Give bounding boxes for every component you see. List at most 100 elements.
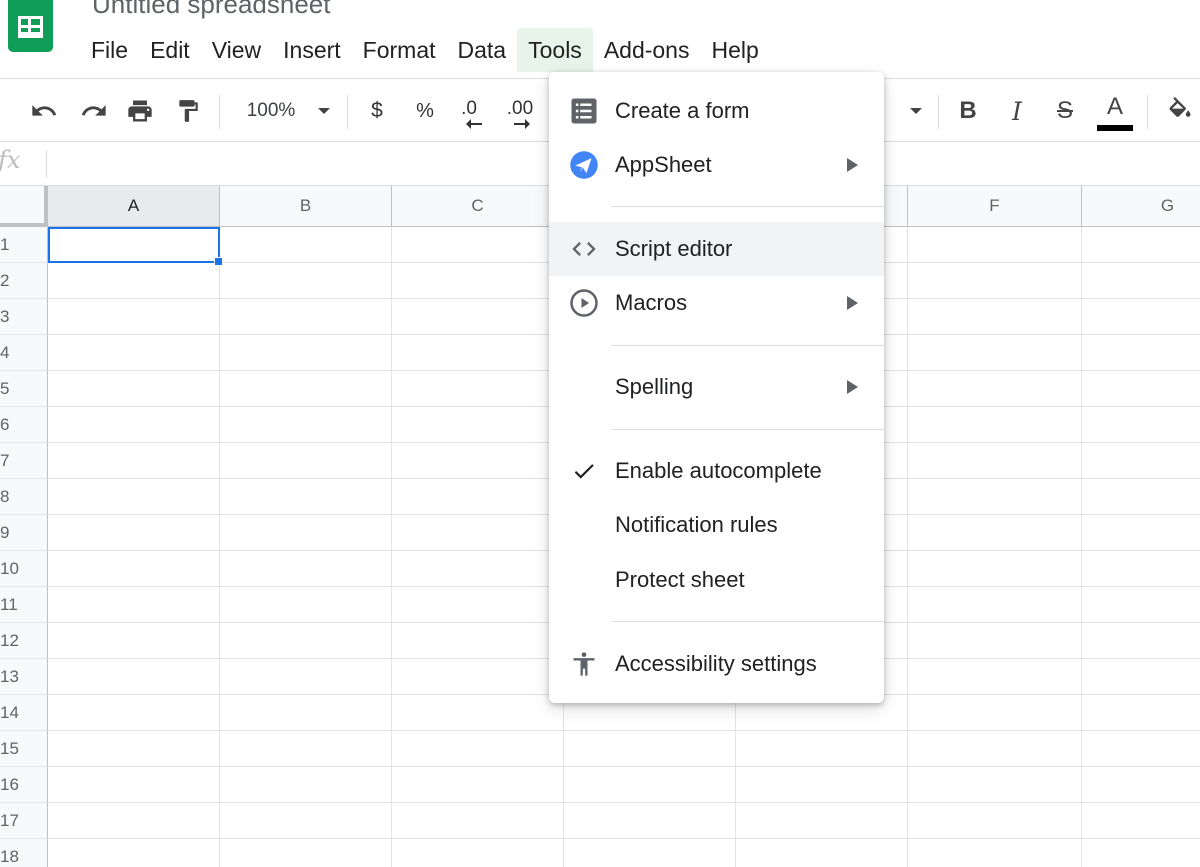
column-header-c[interactable]: C — [392, 186, 564, 227]
currency-format-button[interactable]: $ — [364, 79, 390, 143]
document-title[interactable]: Untitled spreadsheet — [92, 0, 330, 20]
row-gridline — [48, 802, 1200, 803]
column-gridline — [1081, 227, 1082, 867]
play-circle-icon — [569, 288, 599, 318]
menu-bar: File Edit View Insert Format Data Tools … — [80, 28, 770, 72]
text-color-button[interactable]: A — [1096, 79, 1134, 143]
column-header-b[interactable]: B — [220, 186, 392, 227]
row-header-13[interactable]: 13 — [0, 659, 48, 695]
select-all-corner[interactable] — [0, 186, 48, 227]
menu-item-macros[interactable]: Macros — [549, 276, 884, 330]
column-gridline — [219, 227, 220, 867]
increase-decimal-button[interactable]: .00 — [500, 79, 540, 143]
decrease-decimal-button[interactable]: .0 — [452, 79, 486, 143]
row-header-7[interactable]: 7 — [0, 443, 48, 479]
google-sheets-logo-icon[interactable] — [8, 0, 53, 52]
row-header-11[interactable]: 11 — [0, 587, 48, 623]
row-header-16[interactable]: 16 — [0, 767, 48, 803]
menu-item-notification-rules[interactable]: Notification rules — [549, 498, 884, 552]
zoom-dropdown-icon[interactable] — [312, 79, 336, 143]
row-header-12[interactable]: 12 — [0, 623, 48, 659]
menu-data[interactable]: Data — [447, 28, 518, 72]
submenu-arrow-icon — [847, 380, 858, 394]
row-header-10[interactable]: 10 — [0, 551, 48, 587]
menu-item-spelling[interactable]: Spelling — [549, 360, 884, 414]
menu-item-label: Script editor — [615, 236, 733, 261]
fill-handle[interactable] — [214, 257, 223, 266]
row-header-1[interactable]: 1 — [0, 227, 48, 263]
menu-item-label: Create a form — [615, 98, 750, 123]
column-gridline — [391, 227, 392, 867]
row-header-15[interactable]: 15 — [0, 731, 48, 767]
increase-decimal-label: .00 — [506, 98, 534, 119]
menu-item-label: AppSheet — [615, 152, 712, 177]
row-header-8[interactable]: 8 — [0, 479, 48, 515]
menu-item-protect-sheet[interactable]: Protect sheet — [549, 553, 884, 607]
paint-format-icon[interactable] — [170, 79, 206, 143]
arrow-right-icon — [514, 119, 530, 129]
selected-cell-a1[interactable] — [48, 227, 220, 263]
row-header-9[interactable]: 9 — [0, 515, 48, 551]
code-icon — [569, 234, 599, 264]
redo-icon[interactable] — [76, 79, 112, 143]
column-header-a[interactable]: A — [48, 186, 220, 227]
menu-item-label: Spelling — [615, 374, 694, 399]
menu-item-enable-autocomplete[interactable]: Enable autocomplete — [549, 444, 884, 498]
menu-item-appsheet[interactable]: AppSheet — [549, 138, 884, 192]
column-header-f[interactable]: F — [908, 186, 1082, 227]
menu-divider — [611, 621, 884, 622]
menu-divider — [611, 345, 884, 346]
menu-format[interactable]: Format — [352, 28, 447, 72]
menu-view[interactable]: View — [201, 28, 272, 72]
menu-item-accessibility-settings[interactable]: Accessibility settings — [549, 637, 884, 691]
row-header-4[interactable]: 4 — [0, 335, 48, 371]
toolbar-divider — [219, 95, 220, 129]
menu-divider — [611, 429, 884, 430]
form-icon — [569, 96, 599, 126]
bold-button[interactable]: B — [954, 79, 982, 143]
italic-button[interactable]: I — [1003, 79, 1031, 143]
row-gridline — [48, 766, 1200, 767]
strikethrough-button[interactable]: S — [1050, 79, 1080, 143]
menu-file[interactable]: File — [80, 28, 139, 72]
accessibility-icon — [569, 649, 599, 679]
menu-item-label: Notification rules — [615, 512, 778, 537]
fill-color-icon[interactable] — [1162, 79, 1198, 143]
column-header-g[interactable]: G — [1082, 186, 1200, 227]
row-header-6[interactable]: 6 — [0, 407, 48, 443]
menu-add-ons[interactable]: Add-ons — [593, 28, 701, 72]
menu-item-label: Protect sheet — [615, 567, 745, 592]
undo-icon[interactable] — [26, 79, 62, 143]
percent-format-button[interactable]: % — [411, 79, 439, 143]
menu-item-script-editor[interactable]: Script editor — [549, 222, 884, 276]
check-icon — [569, 456, 599, 486]
row-header-14[interactable]: 14 — [0, 695, 48, 731]
column-gridline — [907, 227, 908, 867]
row-header-3[interactable]: 3 — [0, 299, 48, 335]
row-gridline — [48, 838, 1200, 839]
menu-help[interactable]: Help — [700, 28, 769, 72]
toolbar-divider — [1147, 95, 1148, 129]
zoom-value[interactable]: 100% — [238, 79, 304, 143]
toolbar-divider — [347, 95, 348, 129]
row-header-18[interactable]: 18 — [0, 839, 48, 867]
row-header-2[interactable]: 2 — [0, 263, 48, 299]
font-size-dropdown-icon[interactable] — [904, 79, 928, 143]
row-header-17[interactable]: 17 — [0, 803, 48, 839]
print-icon[interactable] — [122, 79, 158, 143]
menu-tools[interactable]: Tools — [517, 28, 593, 72]
menu-item-create-a-form[interactable]: Create a form — [549, 84, 884, 138]
text-color-swatch — [1097, 125, 1133, 131]
row-header-5[interactable]: 5 — [0, 371, 48, 407]
arrow-left-icon — [466, 119, 482, 129]
menu-item-label: Enable autocomplete — [615, 458, 822, 483]
submenu-arrow-icon — [847, 296, 858, 310]
menu-item-label: Macros — [615, 290, 688, 315]
formula-divider — [46, 150, 47, 178]
decrease-decimal-label: .0 — [461, 98, 477, 119]
fx-label: fx — [0, 146, 21, 174]
appsheet-icon — [569, 150, 599, 180]
tools-menu-dropdown: Create a form AppSheet Script editor Mac… — [549, 72, 884, 703]
menu-insert[interactable]: Insert — [272, 28, 352, 72]
menu-edit[interactable]: Edit — [139, 28, 201, 72]
